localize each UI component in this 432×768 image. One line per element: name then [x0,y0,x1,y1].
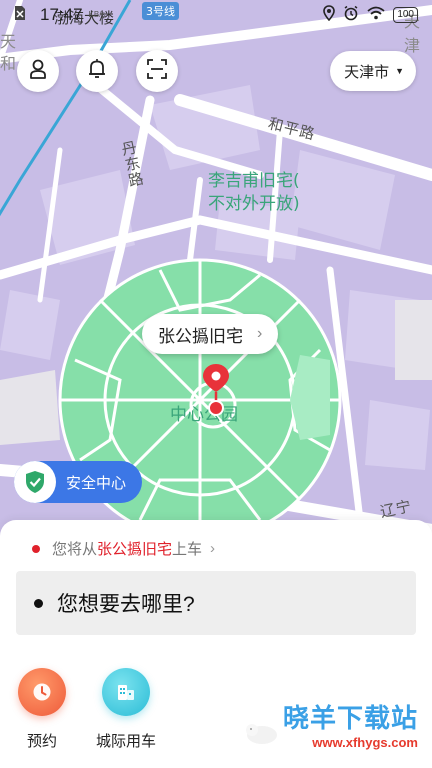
safety-center-label: 安全中心 [66,474,127,492]
status-bar: 17:47 KB/s 100 [0,0,432,30]
pickup-callout[interactable]: 张公撝旧宅 › [142,314,279,354]
reservation-button[interactable]: 预约 [18,668,66,751]
shield-check-icon [14,461,56,503]
bottom-sheet: 您将从 张公撝旧宅 上车 › 您想要去哪里? 预约 城际用车 晓羊下载站 www… [0,520,432,768]
map-label-left-1: 天 [0,32,17,51]
pickup-hint[interactable]: 您将从 张公撝旧宅 上车 › [32,538,215,559]
building-icon [102,668,150,716]
caret-down-icon: ▼ [395,66,404,76]
chevron-right-icon: › [210,540,216,557]
destination-dot-icon [34,598,43,608]
poi-label-line2: 不对外开放) [208,194,300,214]
callout-place: 张公撝旧宅 [158,326,243,346]
sheep-logo-icon [242,720,282,746]
watermark: 晓羊下载站 www.xfhygs.com [283,698,418,750]
pickup-prefix: 您将从 [52,541,98,558]
profile-button[interactable] [17,50,59,92]
notification-button[interactable] [76,50,118,92]
watermark-title: 晓羊下载站 [282,704,418,734]
scan-button[interactable] [136,50,178,92]
status-time: 17:47 [40,5,83,24]
pickup-dot-icon [32,544,40,553]
clock-icon [18,668,66,716]
status-speed: KB/s [88,10,106,19]
watermark-url: www.xfhygs.com [312,735,418,750]
poi-label-line1: 李吉甫旧宅( [208,171,300,191]
location-icon [323,4,336,26]
safety-center-button[interactable]: 安全中心 [14,461,142,503]
reservation-label: 预约 [26,733,57,750]
intercity-label: 城际用车 [96,733,157,750]
destination-placeholder: 您想要去哪里? [57,593,195,616]
chevron-right-icon: › [257,325,263,342]
city-name: 天津市 [344,63,390,81]
pickup-suffix: 上车 [172,541,203,558]
destination-input[interactable]: 您想要去哪里? [16,571,416,635]
person-icon [28,58,48,85]
wifi-icon [367,6,385,25]
bell-icon [87,58,107,85]
map-label-left-2: 和 [0,54,17,73]
alarm-icon [343,5,359,26]
intercity-button[interactable]: 城际用车 [96,668,156,751]
location-pin-icon [201,362,231,416]
pickup-place: 张公撝旧宅 [97,541,173,558]
scan-icon [147,58,167,84]
battery-indicator: 100 [393,7,418,23]
no-sim-icon [14,5,26,26]
city-selector[interactable]: 天津市 ▼ [330,51,416,91]
